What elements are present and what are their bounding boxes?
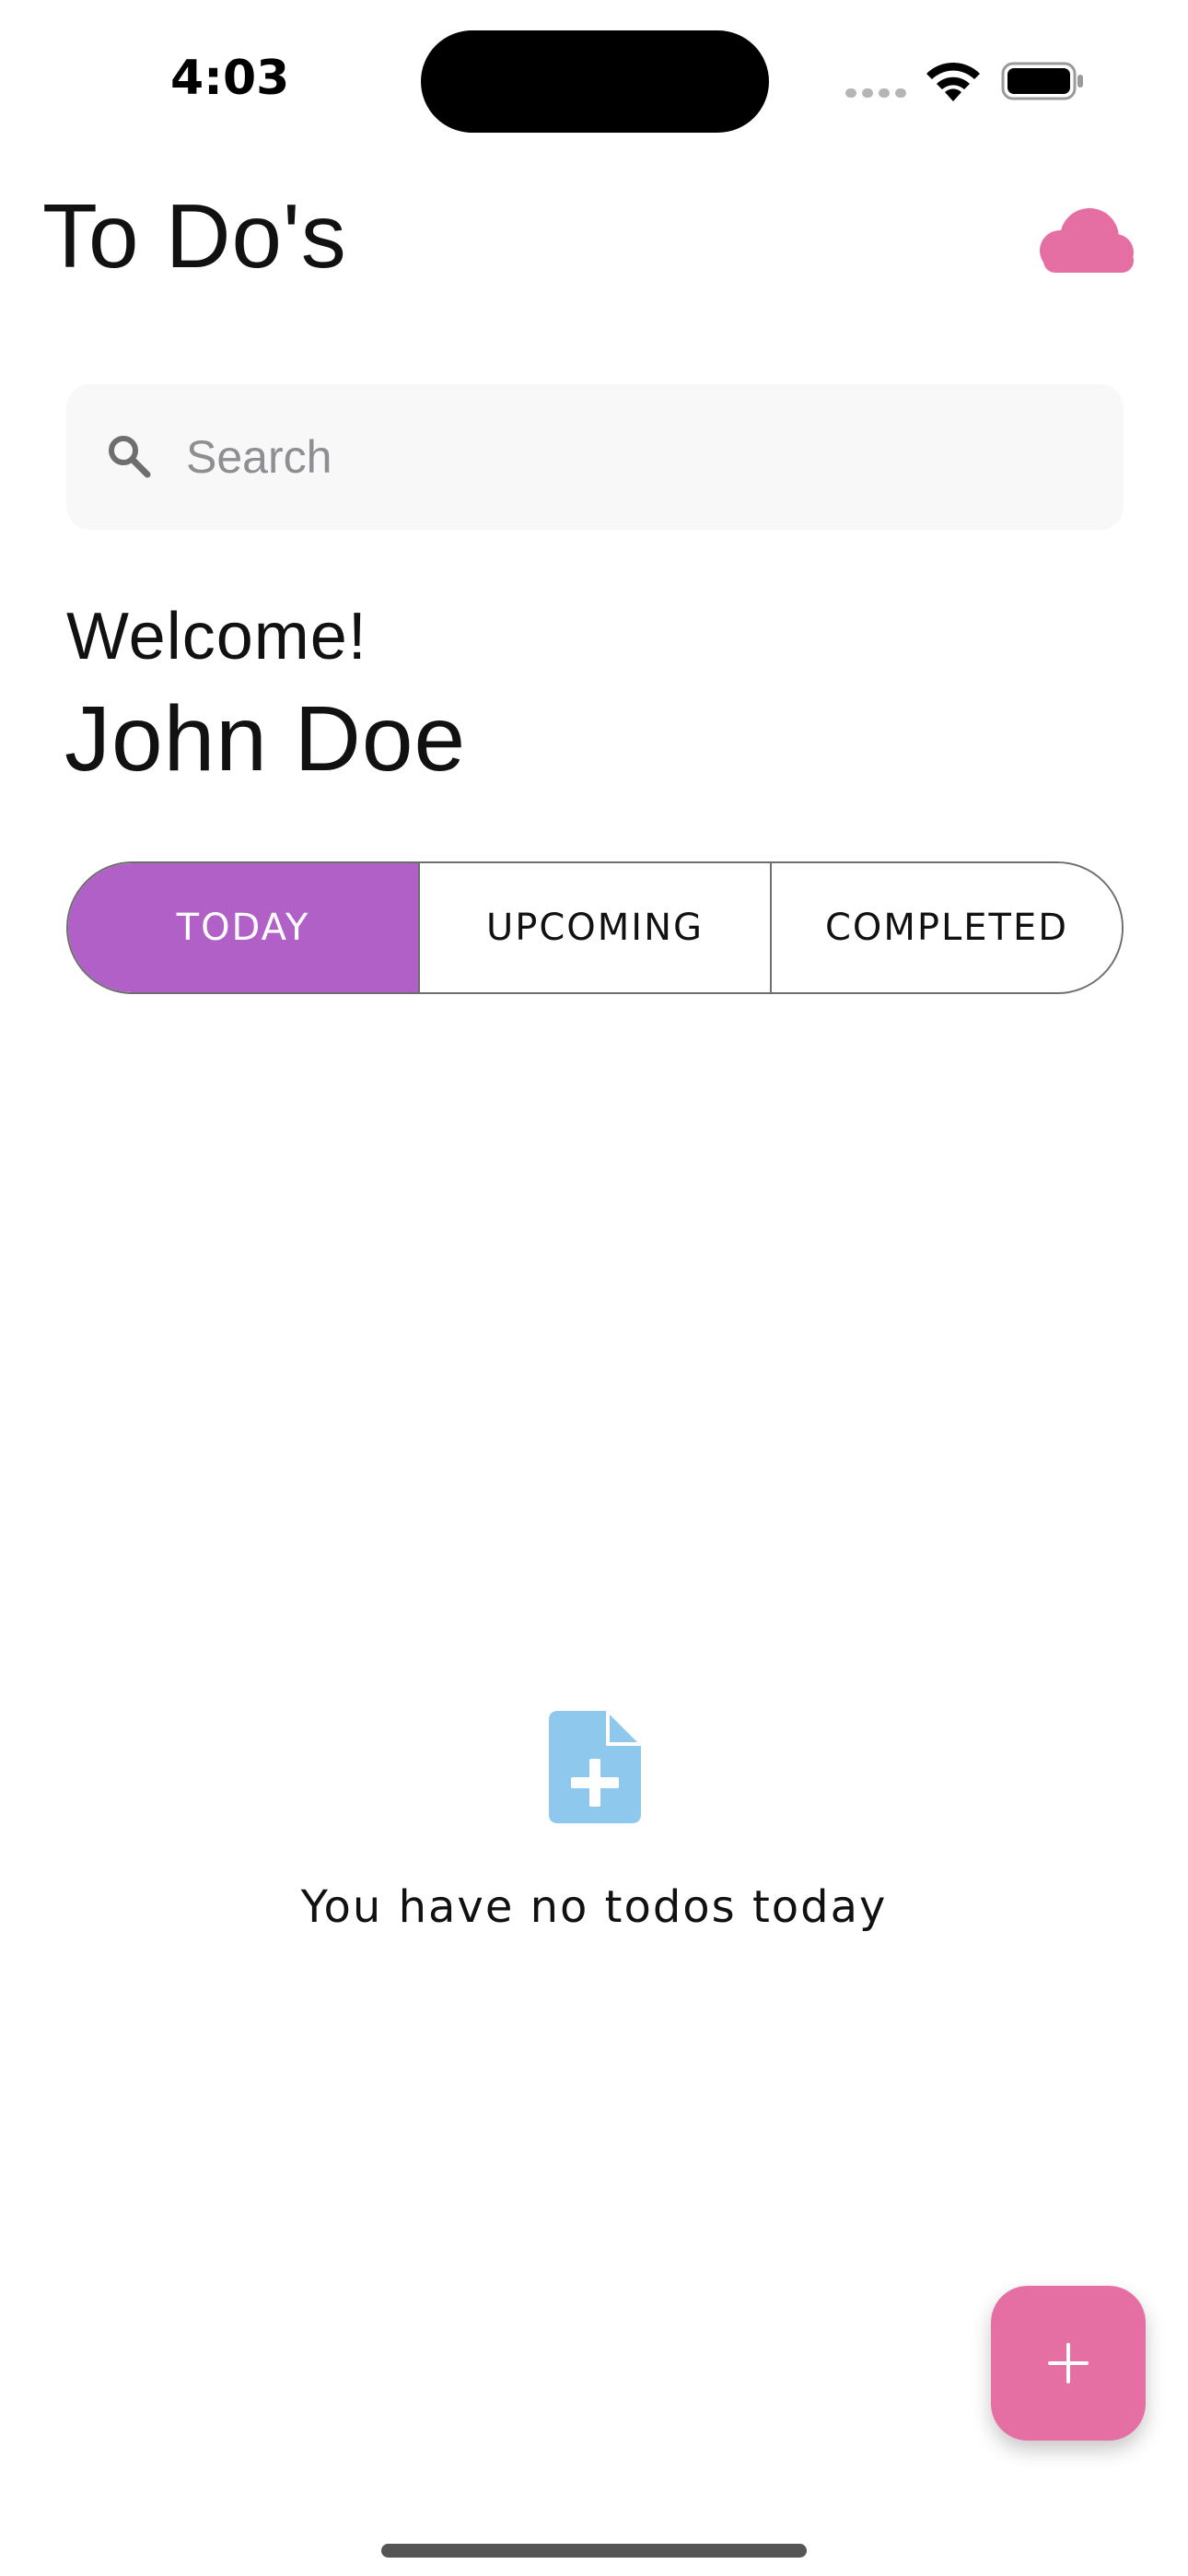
search-input[interactable] xyxy=(186,421,1089,493)
cellular-signal-icon xyxy=(845,88,908,98)
empty-state-message: You have no todos today xyxy=(300,1881,888,1933)
welcome-greeting: Welcome! xyxy=(66,600,367,673)
cloud-icon[interactable] xyxy=(1034,205,1137,276)
tab-today[interactable]: TODAY xyxy=(68,863,418,992)
file-plus-icon xyxy=(549,1711,641,1823)
search-bar[interactable] xyxy=(66,384,1124,530)
dynamic-island xyxy=(421,30,769,133)
tab-bar: TODAY UPCOMING COMPLETED xyxy=(66,861,1124,994)
status-time: 4:03 xyxy=(170,51,290,106)
user-name: John Doe xyxy=(64,687,467,790)
plus-icon xyxy=(1048,2343,1089,2383)
tab-completed[interactable]: COMPLETED xyxy=(770,863,1122,992)
search-icon xyxy=(109,436,151,478)
battery-icon xyxy=(1001,62,1083,100)
add-todo-button[interactable] xyxy=(991,2286,1146,2441)
wifi-icon xyxy=(926,62,980,101)
page-title: To Do's xyxy=(42,185,347,287)
tab-upcoming[interactable]: UPCOMING xyxy=(418,863,770,992)
home-indicator[interactable] xyxy=(381,2544,807,2558)
